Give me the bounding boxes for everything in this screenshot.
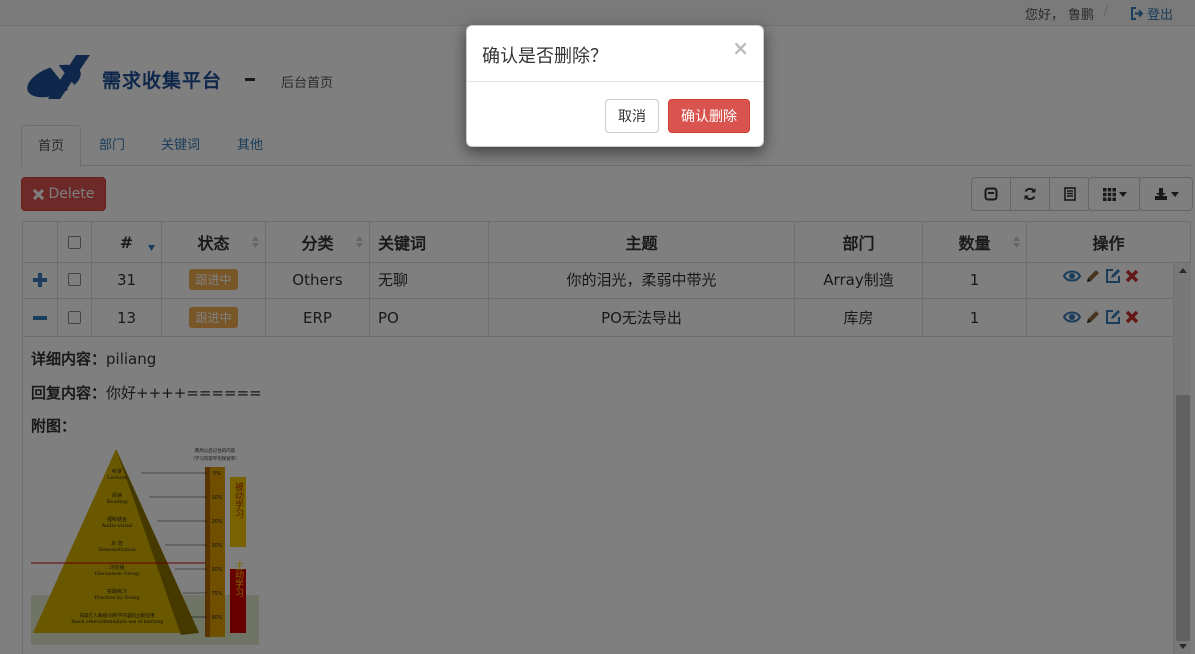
page: 您好，鲁鹏 / 登出 需求收集平台 后台首页 首页 部门 关键词 其他 Dele… bbox=[0, 0, 1195, 654]
cancel-button[interactable]: 取消 bbox=[605, 99, 659, 133]
confirm-delete-dialog: 确认是否删除？ × 取消 确认删除 bbox=[466, 25, 764, 147]
modal-header: 确认是否删除？ × bbox=[467, 26, 763, 82]
modal-title: 确认是否删除？ bbox=[482, 46, 608, 67]
confirm-delete-button[interactable]: 确认删除 bbox=[668, 99, 750, 133]
close-icon[interactable]: × bbox=[732, 38, 749, 58]
